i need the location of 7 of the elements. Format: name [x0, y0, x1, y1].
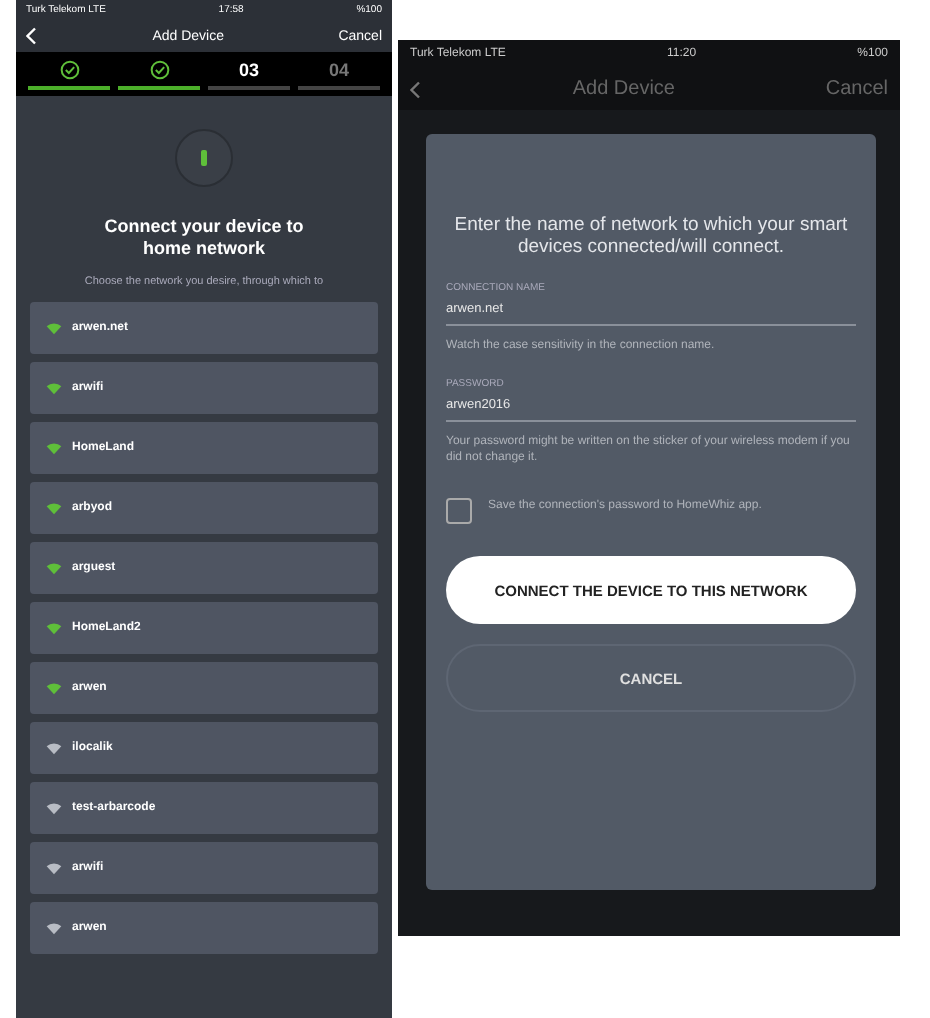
step-number: 03 — [238, 60, 259, 80]
heading-text: Connect your device to home network — [102, 216, 306, 260]
device-icon — [174, 128, 234, 188]
screen-title: Add Device — [572, 78, 675, 100]
dialog-title: Enter the name of network to which your smart devices connected/will connect. — [452, 214, 850, 258]
step-number: 04 — [328, 60, 349, 80]
checkbox[interactable] — [446, 498, 472, 524]
